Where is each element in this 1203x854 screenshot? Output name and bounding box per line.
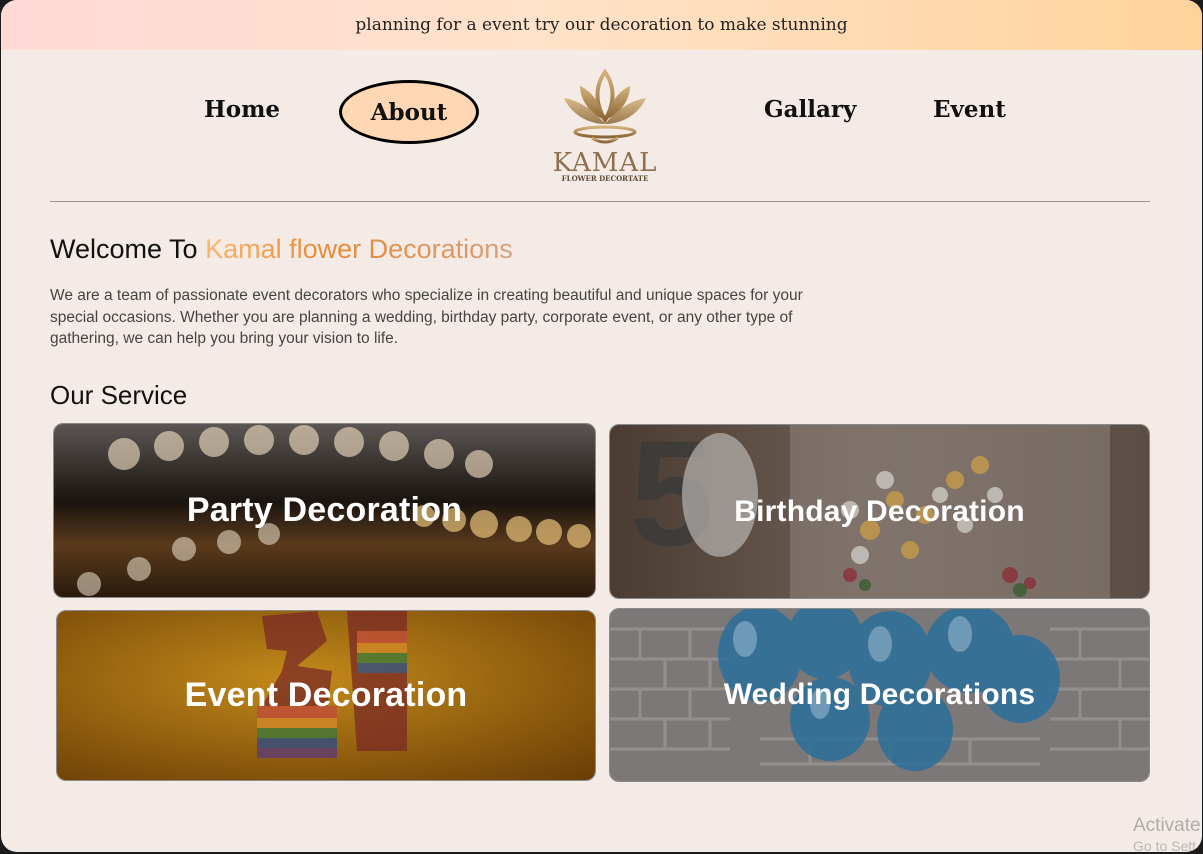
activation-watermark: Activate [1133, 815, 1201, 836]
services-heading: Our Service [50, 380, 188, 410]
nav-event-link[interactable]: Event [933, 96, 1006, 123]
service-card-event-label: Event Decoration [184, 676, 468, 714]
welcome-prefix: Welcome To [50, 234, 206, 264]
service-card-birthday-label: Birthday Decoration [734, 494, 1025, 528]
intro-paragraph: We are a team of passionate event decora… [50, 287, 803, 347]
service-card-birthday[interactable]: 5 Birthday Decoration [609, 424, 1150, 599]
announcement-bar: planning for a event try our decoration … [1, 0, 1202, 50]
activation-watermark-sub: Go to Sett [1133, 838, 1197, 852]
lotus-icon [564, 68, 646, 144]
service-card-party[interactable]: Party Decoration [53, 423, 596, 598]
brand-name: Kamal flower Decorations [205, 234, 513, 264]
kamal-logo[interactable]: KAMAL FLOWER DECORTATE [546, 68, 666, 186]
logo-tagline: FLOWER DECORTATE [561, 174, 649, 183]
service-card-party-label: Party Decoration [186, 491, 463, 529]
nav-about-label: About [370, 98, 448, 126]
service-card-event[interactable]: Event Decoration [56, 610, 596, 781]
service-card-wedding-label: Wedding Decorations [723, 678, 1036, 711]
nav-gallery-link[interactable]: Gallary [764, 96, 856, 123]
nav-about-link[interactable]: About [339, 80, 479, 144]
announcement-text: planning for a event try our decoration … [355, 15, 848, 35]
service-card-wedding[interactable]: Wedding Decorations [609, 608, 1150, 782]
header-divider [50, 201, 1150, 202]
nav-home-link[interactable]: Home [204, 96, 280, 123]
page: planning for a event try our decoration … [1, 0, 1202, 852]
welcome-heading: Welcome To Kamal flower Decorations [50, 234, 513, 265]
